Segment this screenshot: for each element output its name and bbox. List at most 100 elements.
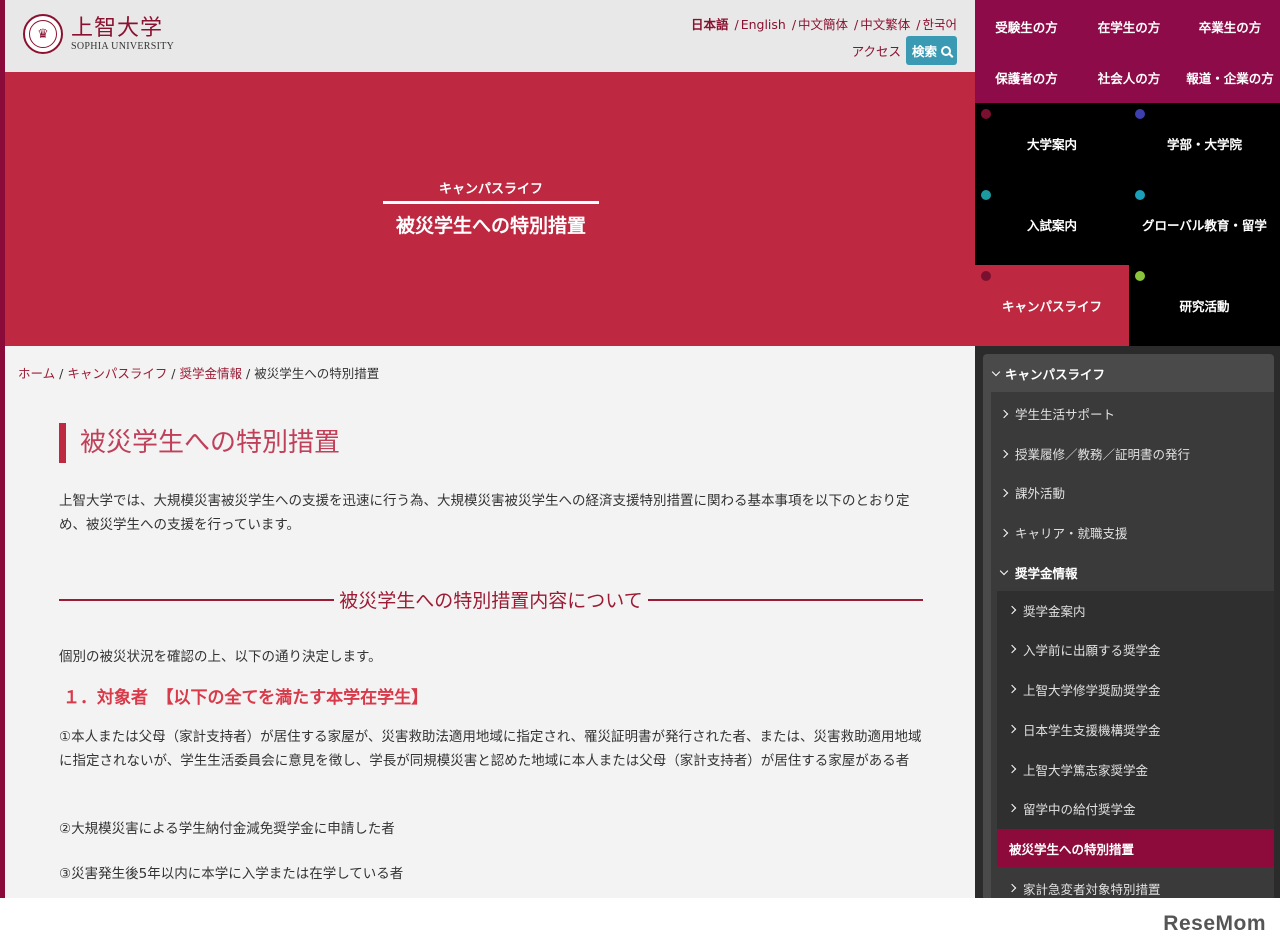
sidebar-item-label: 奨学金情報 bbox=[1015, 566, 1078, 581]
breadcrumb-campus-life[interactable]: キャンパスライフ bbox=[67, 366, 167, 381]
logo-name-ja: 上智大学 bbox=[71, 15, 164, 41]
heading-rule-right bbox=[647, 598, 923, 601]
sidebar-item-registration[interactable]: 授業履修／教務／証明書の発行 bbox=[999, 444, 1191, 463]
header: ♛ 上智大学 SOPHIA UNIVERSITY 日本語 / English / 中… bbox=[5, 0, 975, 72]
main-nav: 大学案内 学部・大学院 入試案内 グローバル教育・留学 キャンパスライフ 研究活… bbox=[975, 103, 1280, 346]
condition-2: ②大規模災害による学生納付金減免奨学金に申請した者 bbox=[59, 821, 395, 837]
subitem-label: 留学中の給付奨学金 bbox=[1023, 801, 1136, 817]
crest-icon: ♛ bbox=[23, 14, 63, 54]
subitem-benefactor[interactable]: 上智大学篤志家奨学金 bbox=[997, 750, 1274, 788]
nav-campus-life[interactable]: キャンパスライフ bbox=[975, 265, 1129, 346]
condition-1: ①本人または父母（家計支持者）が居住する家屋が、災害救助法適用地域に指定され、罹… bbox=[59, 729, 922, 769]
crest-inner: ♛ bbox=[29, 20, 57, 48]
sidebar-item-career[interactable]: キャリア・就職支援 bbox=[999, 523, 1128, 542]
sidebar-item-scholarship[interactable]: 奨学金情報 bbox=[999, 563, 1078, 582]
sidebar-panel: キャンパスライフ 学生生活サポート 授業履修／教務／証明書の発行 課外活動 キャ… bbox=[983, 354, 1274, 898]
subitem-label: 被災学生への特別措置 bbox=[1009, 841, 1135, 857]
sidebar-title-label: キャンパスライフ bbox=[1005, 367, 1106, 382]
intro-text: 上智大学では、大規模災害被災学生への支援を迅速に行う為、大規模災害被災学生への経… bbox=[59, 493, 910, 533]
subitem-scholarship-guide[interactable]: 奨学金案内 bbox=[997, 591, 1274, 629]
chevron-right-icon bbox=[1007, 644, 1017, 654]
section-heading: 被災学生への特別措置内容について bbox=[59, 586, 923, 613]
subitem-label: 上智大学修学奨励奨学金 bbox=[1023, 682, 1161, 698]
scholarship-submenu: 奨学金案内 入学前に出願する奨学金 上智大学修学奨励奨学金 日本学生支援機構奨学… bbox=[997, 591, 1274, 897]
sidebar-title[interactable]: キャンパスライフ bbox=[991, 364, 1106, 383]
chevron-right-icon bbox=[1007, 605, 1017, 615]
nav-dot-icon bbox=[981, 109, 991, 119]
audience-parents[interactable]: 保護者の方 bbox=[975, 52, 1078, 103]
subitem-pre-admission[interactable]: 入学前に出願する奨学金 bbox=[997, 630, 1274, 668]
chevron-right-icon bbox=[1007, 724, 1017, 734]
condition-3: ③災害発生後5年以内に本学に入学または在学している者 bbox=[59, 866, 404, 882]
section-title: 被災学生への特別措置内容について bbox=[339, 590, 643, 612]
subitem-disaster-relief[interactable]: 被災学生への特別措置 bbox=[997, 829, 1274, 867]
chevron-down-icon bbox=[991, 367, 1001, 377]
breadcrumb-separator: / bbox=[167, 366, 180, 381]
breadcrumb-separator: / bbox=[55, 366, 68, 381]
nav-dot-icon bbox=[1135, 109, 1145, 119]
nav-dot-icon bbox=[1135, 190, 1145, 200]
nav-label: キャンパスライフ bbox=[1001, 299, 1102, 314]
subitem-label: 奨学金案内 bbox=[1023, 603, 1086, 619]
lang-chinese-traditional[interactable]: 中文繁体 bbox=[860, 17, 910, 32]
nav-global[interactable]: グローバル教育・留学 bbox=[1129, 184, 1280, 265]
sidebar-item-label: キャリア・就職支援 bbox=[1015, 526, 1128, 541]
lead-text: 個別の被災状況を確認の上、以下の通り決定します。 bbox=[59, 649, 382, 665]
breadcrumb: ホーム / キャンパスライフ / 奨学金情報 / 被災学生への特別措置 bbox=[18, 363, 379, 382]
audience-working-adults[interactable]: 社会人の方 bbox=[1078, 52, 1180, 103]
chevron-right-icon bbox=[1007, 684, 1017, 694]
heading-rule-left bbox=[59, 598, 335, 601]
chevron-right-icon bbox=[1007, 803, 1017, 813]
lang-chinese-simplified[interactable]: 中文簡体 bbox=[798, 17, 848, 32]
audience-alumni[interactable]: 卒業生の方 bbox=[1180, 0, 1280, 52]
nav-research[interactable]: 研究活動 bbox=[1129, 265, 1280, 346]
logo-text: 上智大学 SOPHIA UNIVERSITY bbox=[71, 15, 175, 52]
lang-english[interactable]: English bbox=[741, 17, 786, 32]
sidebar-item-student-support[interactable]: 学生生活サポート bbox=[999, 404, 1116, 423]
lang-separator: / bbox=[734, 17, 739, 32]
search-label: 検索 bbox=[911, 44, 937, 59]
subitem-label: 上智大学篤志家奨学金 bbox=[1023, 762, 1149, 778]
lang-korean[interactable]: 한국어 bbox=[922, 17, 957, 32]
audience-prospective-students[interactable]: 受験生の方 bbox=[975, 0, 1078, 52]
hero-category: キャンパスライフ bbox=[383, 178, 599, 204]
subitem-label: 日本学生支援機構奨学金 bbox=[1023, 722, 1161, 738]
footer-strip: ReseMom bbox=[0, 898, 1280, 949]
language-switcher: 日本語 / English / 中文簡体 / 中文繁体 / 한국어 bbox=[689, 14, 957, 33]
subheading-eligibility: １．対象者 【以下の全てを満たす本学在学生】 bbox=[63, 688, 429, 708]
nav-label: 学部・大学院 bbox=[1166, 137, 1242, 152]
nav-label: グローバル教育・留学 bbox=[1142, 218, 1267, 233]
lang-separator: / bbox=[791, 17, 797, 32]
subitem-jasso[interactable]: 日本学生支援機構奨学金 bbox=[997, 710, 1274, 748]
chevron-down-icon bbox=[999, 566, 1009, 576]
subitem-study-encouragement[interactable]: 上智大学修学奨励奨学金 bbox=[997, 670, 1274, 708]
chevron-right-icon bbox=[999, 528, 1009, 537]
search-icon bbox=[941, 45, 951, 56]
lang-separator: / bbox=[854, 17, 859, 32]
audience-current-students[interactable]: 在学生の方 bbox=[1078, 0, 1180, 52]
nav-about[interactable]: 大学案内 bbox=[975, 103, 1129, 184]
lang-japanese[interactable]: 日本語 bbox=[691, 17, 729, 32]
chevron-right-icon bbox=[999, 488, 1009, 497]
nav-faculties[interactable]: 学部・大学院 bbox=[1129, 103, 1280, 184]
audience-press-companies[interactable]: 報道・企業の方 bbox=[1180, 52, 1280, 103]
sidebar-item-activities[interactable]: 課外活動 bbox=[999, 483, 1066, 502]
page-title: 被災学生への特別措置 bbox=[59, 423, 340, 463]
chevron-right-icon bbox=[999, 409, 1009, 418]
sidebar-item-label: 課外活動 bbox=[1015, 486, 1066, 501]
hero-heading: キャンパスライフ 被災学生への特別措置 bbox=[383, 178, 599, 238]
access-link[interactable]: アクセス bbox=[852, 41, 901, 60]
sidebar-item-label: 授業履修／教務／証明書の発行 bbox=[1015, 447, 1191, 462]
breadcrumb-home[interactable]: ホーム bbox=[18, 366, 55, 381]
logo-name-en: SOPHIA UNIVERSITY bbox=[71, 40, 175, 52]
subitem-study-abroad[interactable]: 留学中の給付奨学金 bbox=[997, 789, 1274, 827]
search-button[interactable]: 検索 bbox=[905, 36, 957, 65]
nav-admissions[interactable]: 入試案内 bbox=[975, 184, 1129, 265]
lang-separator: / bbox=[916, 17, 921, 32]
chevron-right-icon bbox=[1007, 764, 1017, 774]
breadcrumb-scholarship[interactable]: 奨学金情報 bbox=[180, 366, 243, 381]
chevron-right-icon bbox=[999, 449, 1009, 458]
university-logo[interactable]: ♛ 上智大学 SOPHIA UNIVERSITY bbox=[23, 14, 174, 54]
sidebar-item-label: 学生生活サポート bbox=[1015, 407, 1116, 422]
nav-label: 研究活動 bbox=[1179, 299, 1230, 314]
